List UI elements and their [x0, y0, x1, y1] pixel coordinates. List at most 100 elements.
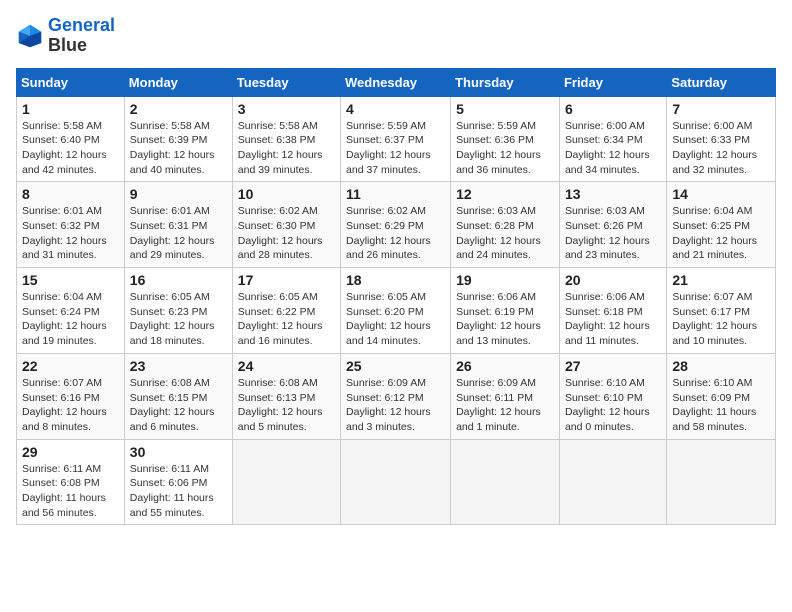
- day-info: Sunrise: 6:05 AMSunset: 6:20 PMDaylight:…: [346, 290, 445, 349]
- day-number: 25: [346, 358, 445, 374]
- calendar-cell: [451, 439, 560, 525]
- day-info: Sunrise: 6:09 AMSunset: 6:12 PMDaylight:…: [346, 376, 445, 435]
- day-info: Sunrise: 5:58 AMSunset: 6:40 PMDaylight:…: [22, 119, 119, 178]
- day-info: Sunrise: 6:10 AMSunset: 6:09 PMDaylight:…: [672, 376, 770, 435]
- day-header-friday: Friday: [559, 68, 666, 96]
- day-info: Sunrise: 6:09 AMSunset: 6:11 PMDaylight:…: [456, 376, 554, 435]
- day-number: 27: [565, 358, 661, 374]
- day-info: Sunrise: 6:04 AMSunset: 6:25 PMDaylight:…: [672, 204, 770, 263]
- day-info: Sunrise: 6:08 AMSunset: 6:13 PMDaylight:…: [238, 376, 335, 435]
- calendar-cell: 3 Sunrise: 5:58 AMSunset: 6:38 PMDayligh…: [232, 96, 340, 182]
- logo-text: GeneralBlue: [48, 16, 115, 56]
- day-header-monday: Monday: [124, 68, 232, 96]
- day-info: Sunrise: 6:02 AMSunset: 6:30 PMDaylight:…: [238, 204, 335, 263]
- calendar-cell: 20 Sunrise: 6:06 AMSunset: 6:18 PMDaylig…: [559, 268, 666, 354]
- day-number: 22: [22, 358, 119, 374]
- day-number: 6: [565, 101, 661, 117]
- calendar-cell: 15 Sunrise: 6:04 AMSunset: 6:24 PMDaylig…: [17, 268, 125, 354]
- day-number: 1: [22, 101, 119, 117]
- day-number: 2: [130, 101, 227, 117]
- day-info: Sunrise: 6:11 AMSunset: 6:06 PMDaylight:…: [130, 462, 227, 521]
- calendar-cell: [667, 439, 776, 525]
- calendar-cell: 18 Sunrise: 6:05 AMSunset: 6:20 PMDaylig…: [341, 268, 451, 354]
- week-row-4: 22 Sunrise: 6:07 AMSunset: 6:16 PMDaylig…: [17, 353, 776, 439]
- calendar-table: SundayMondayTuesdayWednesdayThursdayFrid…: [16, 68, 776, 526]
- day-number: 9: [130, 186, 227, 202]
- day-info: Sunrise: 5:59 AMSunset: 6:37 PMDaylight:…: [346, 119, 445, 178]
- day-info: Sunrise: 6:11 AMSunset: 6:08 PMDaylight:…: [22, 462, 119, 521]
- day-number: 12: [456, 186, 554, 202]
- day-info: Sunrise: 6:00 AMSunset: 6:33 PMDaylight:…: [672, 119, 770, 178]
- calendar-cell: 27 Sunrise: 6:10 AMSunset: 6:10 PMDaylig…: [559, 353, 666, 439]
- day-info: Sunrise: 6:06 AMSunset: 6:19 PMDaylight:…: [456, 290, 554, 349]
- day-header-wednesday: Wednesday: [341, 68, 451, 96]
- day-number: 26: [456, 358, 554, 374]
- calendar-cell: 19 Sunrise: 6:06 AMSunset: 6:19 PMDaylig…: [451, 268, 560, 354]
- calendar-cell: 26 Sunrise: 6:09 AMSunset: 6:11 PMDaylig…: [451, 353, 560, 439]
- day-number: 14: [672, 186, 770, 202]
- day-number: 7: [672, 101, 770, 117]
- day-info: Sunrise: 6:05 AMSunset: 6:23 PMDaylight:…: [130, 290, 227, 349]
- day-number: 23: [130, 358, 227, 374]
- day-info: Sunrise: 6:06 AMSunset: 6:18 PMDaylight:…: [565, 290, 661, 349]
- logo-icon: [16, 22, 44, 50]
- calendar-cell: 13 Sunrise: 6:03 AMSunset: 6:26 PMDaylig…: [559, 182, 666, 268]
- calendar-cell: 2 Sunrise: 5:58 AMSunset: 6:39 PMDayligh…: [124, 96, 232, 182]
- calendar-cell: 6 Sunrise: 6:00 AMSunset: 6:34 PMDayligh…: [559, 96, 666, 182]
- day-number: 13: [565, 186, 661, 202]
- day-info: Sunrise: 6:01 AMSunset: 6:32 PMDaylight:…: [22, 204, 119, 263]
- week-row-1: 1 Sunrise: 5:58 AMSunset: 6:40 PMDayligh…: [17, 96, 776, 182]
- page-header: GeneralBlue: [16, 16, 776, 56]
- calendar-cell: 5 Sunrise: 5:59 AMSunset: 6:36 PMDayligh…: [451, 96, 560, 182]
- calendar-cell: 10 Sunrise: 6:02 AMSunset: 6:30 PMDaylig…: [232, 182, 340, 268]
- day-info: Sunrise: 6:05 AMSunset: 6:22 PMDaylight:…: [238, 290, 335, 349]
- week-row-3: 15 Sunrise: 6:04 AMSunset: 6:24 PMDaylig…: [17, 268, 776, 354]
- day-number: 16: [130, 272, 227, 288]
- calendar-cell: 23 Sunrise: 6:08 AMSunset: 6:15 PMDaylig…: [124, 353, 232, 439]
- day-info: Sunrise: 6:04 AMSunset: 6:24 PMDaylight:…: [22, 290, 119, 349]
- day-number: 17: [238, 272, 335, 288]
- day-info: Sunrise: 6:00 AMSunset: 6:34 PMDaylight:…: [565, 119, 661, 178]
- day-number: 15: [22, 272, 119, 288]
- calendar-cell: 29 Sunrise: 6:11 AMSunset: 6:08 PMDaylig…: [17, 439, 125, 525]
- day-number: 5: [456, 101, 554, 117]
- day-number: 21: [672, 272, 770, 288]
- day-info: Sunrise: 6:03 AMSunset: 6:26 PMDaylight:…: [565, 204, 661, 263]
- day-number: 10: [238, 186, 335, 202]
- calendar-cell: 16 Sunrise: 6:05 AMSunset: 6:23 PMDaylig…: [124, 268, 232, 354]
- day-number: 19: [456, 272, 554, 288]
- day-number: 29: [22, 444, 119, 460]
- calendar-cell: 8 Sunrise: 6:01 AMSunset: 6:32 PMDayligh…: [17, 182, 125, 268]
- calendar-cell: 24 Sunrise: 6:08 AMSunset: 6:13 PMDaylig…: [232, 353, 340, 439]
- day-number: 30: [130, 444, 227, 460]
- day-info: Sunrise: 6:07 AMSunset: 6:17 PMDaylight:…: [672, 290, 770, 349]
- day-number: 20: [565, 272, 661, 288]
- calendar-cell: [232, 439, 340, 525]
- calendar-cell: 25 Sunrise: 6:09 AMSunset: 6:12 PMDaylig…: [341, 353, 451, 439]
- calendar-cell: 9 Sunrise: 6:01 AMSunset: 6:31 PMDayligh…: [124, 182, 232, 268]
- calendar-cell: 1 Sunrise: 5:58 AMSunset: 6:40 PMDayligh…: [17, 96, 125, 182]
- day-number: 3: [238, 101, 335, 117]
- day-info: Sunrise: 6:07 AMSunset: 6:16 PMDaylight:…: [22, 376, 119, 435]
- day-header-thursday: Thursday: [451, 68, 560, 96]
- calendar-cell: 4 Sunrise: 5:59 AMSunset: 6:37 PMDayligh…: [341, 96, 451, 182]
- day-info: Sunrise: 6:02 AMSunset: 6:29 PMDaylight:…: [346, 204, 445, 263]
- calendar-cell: 17 Sunrise: 6:05 AMSunset: 6:22 PMDaylig…: [232, 268, 340, 354]
- calendar-cell: [559, 439, 666, 525]
- day-number: 24: [238, 358, 335, 374]
- day-header-tuesday: Tuesday: [232, 68, 340, 96]
- calendar-cell: 22 Sunrise: 6:07 AMSunset: 6:16 PMDaylig…: [17, 353, 125, 439]
- calendar-cell: 12 Sunrise: 6:03 AMSunset: 6:28 PMDaylig…: [451, 182, 560, 268]
- day-header-sunday: Sunday: [17, 68, 125, 96]
- day-number: 11: [346, 186, 445, 202]
- day-info: Sunrise: 6:08 AMSunset: 6:15 PMDaylight:…: [130, 376, 227, 435]
- day-info: Sunrise: 6:10 AMSunset: 6:10 PMDaylight:…: [565, 376, 661, 435]
- day-info: Sunrise: 6:03 AMSunset: 6:28 PMDaylight:…: [456, 204, 554, 263]
- day-info: Sunrise: 6:01 AMSunset: 6:31 PMDaylight:…: [130, 204, 227, 263]
- day-number: 4: [346, 101, 445, 117]
- day-info: Sunrise: 5:58 AMSunset: 6:39 PMDaylight:…: [130, 119, 227, 178]
- calendar-cell: 30 Sunrise: 6:11 AMSunset: 6:06 PMDaylig…: [124, 439, 232, 525]
- calendar-cell: 28 Sunrise: 6:10 AMSunset: 6:09 PMDaylig…: [667, 353, 776, 439]
- week-row-5: 29 Sunrise: 6:11 AMSunset: 6:08 PMDaylig…: [17, 439, 776, 525]
- day-number: 8: [22, 186, 119, 202]
